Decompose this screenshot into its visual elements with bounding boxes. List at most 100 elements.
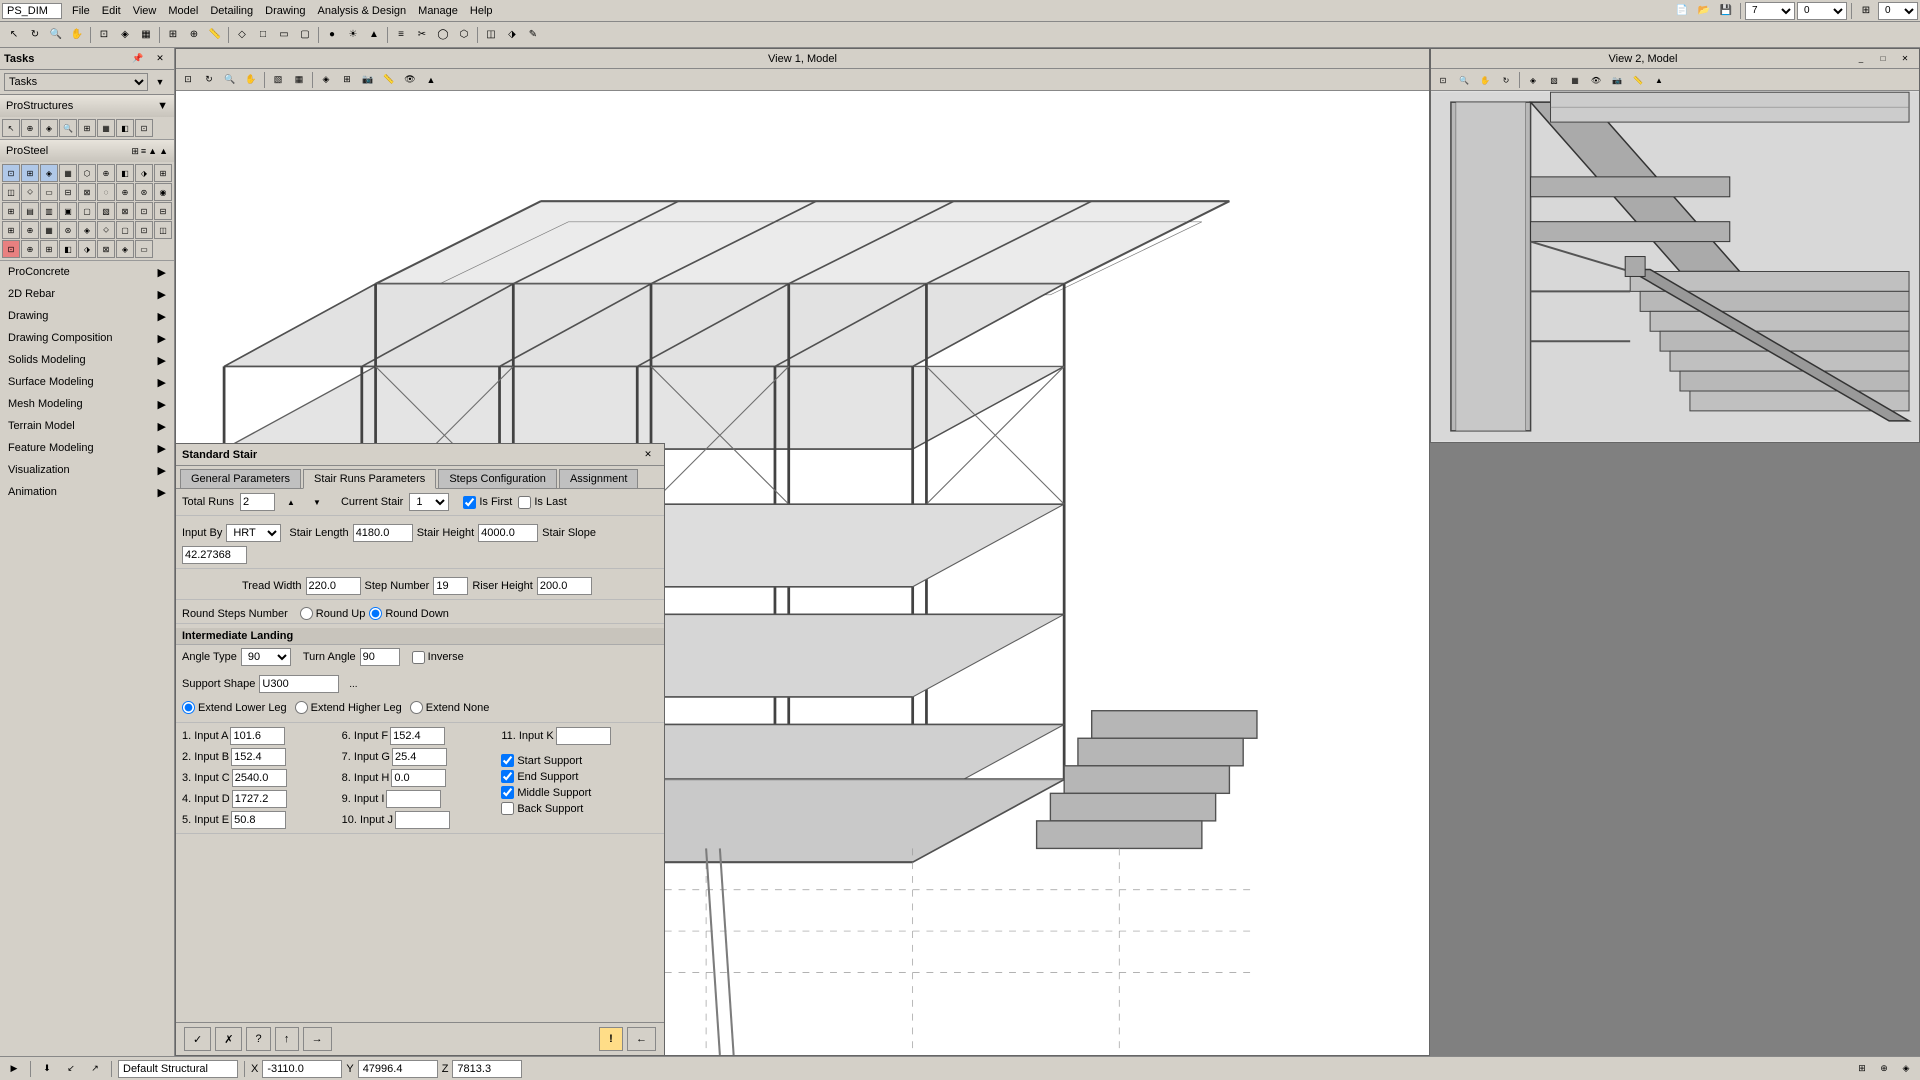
pan-btn[interactable]: ✋ — [67, 25, 87, 45]
tasks-expand-btn[interactable]: ▼ — [150, 72, 170, 92]
tread-width-input[interactable] — [306, 577, 361, 595]
dialog-cancel-btn[interactable]: ✗ — [215, 1027, 242, 1051]
extend-lower-radio[interactable] — [182, 701, 195, 714]
ps-tool-9[interactable]: ⊞ — [154, 164, 172, 182]
fit-btn[interactable]: ⊡ — [94, 25, 114, 45]
ps-tool-15[interactable]: ◌ — [97, 183, 115, 201]
input-i[interactable] — [386, 790, 441, 808]
select-btn[interactable]: ↖ — [4, 25, 24, 45]
input-d[interactable] — [232, 790, 287, 808]
status-start-btn[interactable]: ▶ — [4, 1059, 24, 1079]
sidebar-item-proconcrete[interactable]: ProConcrete ▶ — [0, 261, 174, 283]
v2-btn3[interactable]: ✋ — [1475, 70, 1495, 90]
ps-tool-13[interactable]: ⊟ — [59, 183, 77, 201]
sidebar-item-terrain[interactable]: Terrain Model ▶ — [0, 415, 174, 437]
tool-5[interactable]: ⊞ — [78, 119, 96, 137]
hide-btn[interactable]: ◯ — [433, 25, 453, 45]
input-g[interactable] — [392, 748, 447, 766]
back-support-cb[interactable] — [501, 802, 514, 815]
tab-general[interactable]: General Parameters — [180, 469, 301, 488]
ps-tool-24[interactable]: ▧ — [97, 202, 115, 220]
status-btn2[interactable]: ⬇ — [37, 1059, 57, 1079]
total-runs-down[interactable]: ▼ — [307, 495, 327, 509]
is-first-checkbox[interactable] — [463, 496, 476, 509]
tool-4[interactable]: 🔍 — [59, 119, 77, 137]
ps-tool-r1[interactable]: ⊡ — [2, 240, 20, 258]
sidebar-item-mesh[interactable]: Mesh Modeling ▶ — [0, 393, 174, 415]
input-c[interactable] — [232, 769, 287, 787]
redo-dropdown[interactable]: 0 — [1797, 2, 1847, 20]
menu-detailing[interactable]: Detailing — [204, 3, 259, 19]
menu-drawing[interactable]: Drawing — [259, 3, 311, 19]
input-e[interactable] — [231, 811, 286, 829]
menu-edit[interactable]: Edit — [96, 3, 127, 19]
measure-btn[interactable]: 📏 — [205, 25, 225, 45]
dialog-back-btn[interactable]: ← — [627, 1027, 656, 1051]
light-btn[interactable]: ☀ — [343, 25, 363, 45]
v2-hide-btn[interactable]: 👁 — [1586, 70, 1606, 90]
front-btn[interactable]: □ — [253, 25, 273, 45]
ps-tool-31[interactable]: ⊛ — [59, 221, 77, 239]
ps-tool-4[interactable]: ▦ — [59, 164, 77, 182]
open-btn[interactable]: 📂 — [1694, 1, 1714, 21]
sidebar-item-surface[interactable]: Surface Modeling ▶ — [0, 371, 174, 393]
ps-tool-22[interactable]: ▣ — [59, 202, 77, 220]
sidebar-item-drawingcomp[interactable]: Drawing Composition ▶ — [0, 327, 174, 349]
v2-btn4[interactable]: ↻ — [1496, 70, 1516, 90]
ps-tool-10[interactable]: ◫ — [2, 183, 20, 201]
v1-rotate-btn[interactable]: ↻ — [199, 70, 219, 90]
undo-dropdown[interactable]: 7 — [1745, 2, 1795, 20]
v2-render-btn[interactable]: ▲ — [1649, 70, 1669, 90]
snap2-btn[interactable]: ⊕ — [184, 25, 204, 45]
ps-tool-r2[interactable]: ⊕ — [21, 240, 39, 258]
step-number-input[interactable] — [433, 577, 468, 595]
extend-higher-radio[interactable] — [295, 701, 308, 714]
wireframe-btn[interactable]: ▦ — [136, 25, 156, 45]
section-prosteel-header[interactable]: ProSteel ⊞ ≡ ▲ ▲ — [0, 140, 174, 162]
ps-tool-16[interactable]: ⊕ — [116, 183, 134, 201]
menu-file[interactable]: File — [66, 3, 96, 19]
is-last-checkbox[interactable] — [518, 496, 531, 509]
app-workspace[interactable]: PS_DIM — [2, 3, 62, 19]
ps-tool-28[interactable]: ⊞ — [2, 221, 20, 239]
tool-2[interactable]: ⊕ — [21, 119, 39, 137]
side-btn[interactable]: ▭ — [274, 25, 294, 45]
start-support-cb[interactable] — [501, 754, 514, 767]
dialog-prev-btn[interactable]: ↑ — [275, 1027, 299, 1051]
tool-1[interactable]: ↖ — [2, 119, 20, 137]
v1-render-btn[interactable]: ▲ — [421, 70, 441, 90]
ps-tool-12[interactable]: ▭ — [40, 183, 58, 201]
tab-steps[interactable]: Steps Configuration — [438, 469, 557, 488]
iso-btn[interactable]: ◇ — [232, 25, 252, 45]
v2-cam-btn[interactable]: 📷 — [1607, 70, 1627, 90]
tasks-close-btn[interactable]: ✕ — [150, 52, 170, 66]
v1-iso-btn[interactable]: ◈ — [316, 70, 336, 90]
note-btn[interactable]: ✎ — [523, 25, 543, 45]
section-prostructures-header[interactable]: ProStructures ▼ — [0, 95, 174, 117]
v2-meas-btn[interactable]: 📏 — [1628, 70, 1648, 90]
isolate-btn[interactable]: ⬡ — [454, 25, 474, 45]
ps-tool-21[interactable]: ▥ — [40, 202, 58, 220]
view2-canvas[interactable] — [1431, 91, 1919, 442]
middle-support-cb[interactable] — [501, 786, 514, 799]
render-btn[interactable]: ▲ — [364, 25, 384, 45]
tasks-pin-btn[interactable]: 📌 — [128, 52, 148, 66]
v1-shading-btn[interactable]: ▧ — [268, 70, 288, 90]
menu-manage[interactable]: Manage — [412, 3, 464, 19]
dialog-ok-btn[interactable]: ✓ — [184, 1027, 211, 1051]
ps-tool-r5[interactable]: ⬗ — [78, 240, 96, 258]
save-btn[interactable]: 💾 — [1716, 1, 1736, 21]
status-acsnap-btn[interactable]: ◈ — [1896, 1059, 1916, 1079]
input-b[interactable] — [231, 748, 286, 766]
ps-tool-33[interactable]: ⬦ — [97, 221, 115, 239]
v2-fit-btn[interactable]: ◈ — [1523, 70, 1543, 90]
v2-btn1[interactable]: ⊡ — [1433, 70, 1453, 90]
ps-tool-29[interactable]: ⊕ — [21, 221, 39, 239]
end-support-cb[interactable] — [501, 770, 514, 783]
dialog-next-btn[interactable]: → — [303, 1027, 332, 1051]
v2-min-btn[interactable]: _ — [1851, 52, 1871, 66]
input-j[interactable] — [395, 811, 450, 829]
tab-assignment[interactable]: Assignment — [559, 469, 638, 488]
v2-shade-btn[interactable]: ▧ — [1544, 70, 1564, 90]
ps-tool-7[interactable]: ◧ — [116, 164, 134, 182]
